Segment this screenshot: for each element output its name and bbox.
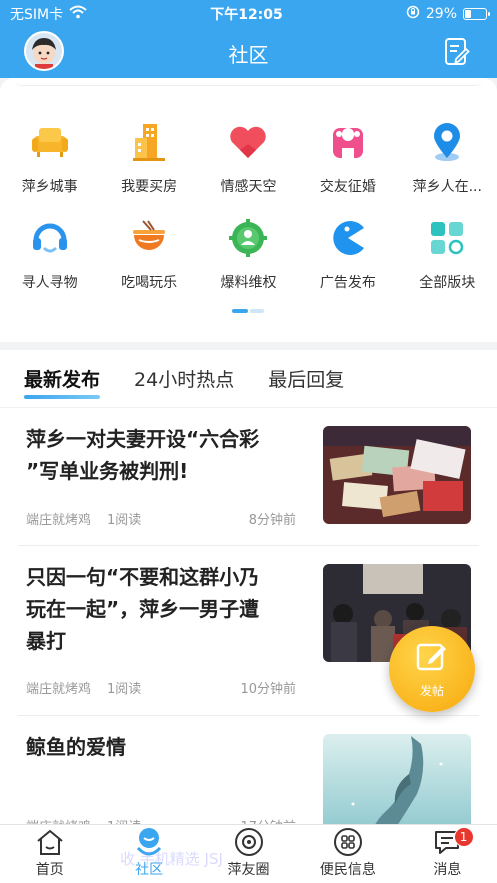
tab-messages[interactable]: 消息 1 bbox=[398, 825, 497, 883]
category-item[interactable]: 寻人寻物 bbox=[0, 216, 99, 292]
page-title: 社区 bbox=[228, 42, 269, 67]
category-item[interactable]: 爆料维权 bbox=[199, 216, 298, 292]
fab-label: 发帖 bbox=[419, 683, 444, 698]
tab-24h-hot[interactable]: 24小时热点 bbox=[134, 365, 234, 392]
post-author: 端庄就烤鸡 bbox=[26, 816, 91, 824]
post-title: 萍乡一对夫妻开设“六合彩 ”写单业务被判刑! bbox=[26, 427, 260, 483]
camera-circle-icon bbox=[233, 827, 265, 857]
tab-last-reply[interactable]: 最后回复 bbox=[268, 365, 344, 392]
tab-home[interactable]: 首页 bbox=[0, 825, 99, 883]
tab-label: 社区 bbox=[135, 862, 164, 878]
couple-icon bbox=[326, 120, 370, 164]
post-reads: 1阅读 bbox=[107, 513, 142, 528]
post-title: 只因一句“不要和这群小乃 玩在一起”，萍乡一男子遭 暴打 bbox=[26, 565, 260, 653]
category-item[interactable]: 萍乡城事 bbox=[0, 120, 99, 196]
post-thumbnail bbox=[323, 426, 471, 524]
category-label: 萍乡人在... bbox=[412, 179, 482, 195]
post-time: 17分钟前 bbox=[240, 816, 296, 824]
wifi-icon bbox=[69, 5, 87, 23]
battery-percent: 29% bbox=[425, 6, 457, 22]
community-icon bbox=[133, 827, 165, 857]
post-meta: 端庄就烤鸡 1阅读 10分钟前 bbox=[26, 678, 296, 697]
post-time: 10分钟前 bbox=[240, 682, 296, 697]
post-title: 鲸鱼的爱情 bbox=[26, 735, 126, 759]
headset-icon bbox=[28, 216, 72, 260]
category-item[interactable]: 吃喝玩乐 bbox=[99, 216, 198, 292]
status-bar: 无SIM卡 下午12:05 29% bbox=[0, 0, 497, 28]
post-reads: 1阅读 bbox=[107, 816, 141, 824]
tab-label: 萍友圈 bbox=[227, 862, 270, 878]
unread-badge: 1 bbox=[453, 827, 474, 847]
tab-friends-circle[interactable]: 萍友圈 bbox=[199, 825, 298, 883]
location-pin-icon bbox=[425, 120, 469, 164]
category-item[interactable]: 交友征婚 bbox=[298, 120, 397, 196]
top-bar: 无SIM卡 下午12:05 29% 社区 bbox=[0, 0, 497, 78]
edit-note-icon[interactable] bbox=[443, 36, 471, 68]
new-post-button[interactable]: 发帖 bbox=[389, 626, 475, 712]
tab-label: 首页 bbox=[35, 862, 64, 878]
category-label: 吃喝玩乐 bbox=[121, 275, 178, 291]
apps-icon bbox=[332, 827, 364, 857]
tab-latest[interactable]: 最新发布 bbox=[24, 365, 101, 399]
post-author: 端庄就烤鸡 bbox=[26, 513, 92, 528]
post-item[interactable]: 鲸鱼的爱情 端庄就烤鸡 1阅读 17分钟前 bbox=[0, 716, 497, 824]
gear-shield-icon bbox=[226, 216, 270, 260]
avatar-icon[interactable] bbox=[24, 31, 64, 71]
category-label: 交友征婚 bbox=[319, 179, 376, 195]
bowl-icon bbox=[127, 216, 171, 260]
category-grid: 萍乡城事 我要买房 情感天空 交友征婚 萍乡人在... 寻人寻物 吃喝玩乐 爆料… bbox=[0, 120, 497, 292]
category-label: 我要买房 bbox=[121, 179, 178, 195]
tab-services[interactable]: 便民信息 bbox=[298, 825, 397, 883]
feed-section: 最新发布 24小时热点 最后回复 萍乡一对夫妻开设“六合彩 ”写单业务被判刑! … bbox=[0, 350, 497, 824]
tab-label: 消息 bbox=[433, 862, 462, 878]
category-item[interactable]: 全部版块 bbox=[398, 216, 497, 292]
heart-icon bbox=[226, 120, 270, 164]
category-panel: 萍乡城事 我要买房 情感天空 交友征婚 萍乡人在... 寻人寻物 吃喝玩乐 爆料… bbox=[0, 78, 497, 342]
category-item[interactable]: 广告发布 bbox=[298, 216, 397, 292]
home-icon bbox=[34, 827, 66, 857]
feed-tabs: 最新发布 24小时热点 最后回复 bbox=[0, 350, 497, 408]
category-item[interactable]: 我要买房 bbox=[99, 120, 198, 196]
carrier-label: 无SIM卡 bbox=[10, 7, 64, 23]
category-item[interactable]: 萍乡人在... bbox=[398, 120, 497, 196]
bottom-tab-bar: 首页 社区 萍友圈 便民信息 消息 1 bbox=[0, 824, 497, 883]
post-time: 8分钟前 bbox=[248, 513, 296, 528]
post-item[interactable]: 萍乡一对夫妻开设“六合彩 ”写单业务被判刑! 端庄就烤鸡 1阅读 8分钟前 bbox=[0, 408, 497, 546]
post-reads: 1阅读 bbox=[107, 682, 142, 697]
category-label: 寻人寻物 bbox=[21, 275, 78, 291]
tab-community[interactable]: 社区 bbox=[99, 825, 198, 883]
post-meta: 端庄就烤鸡 1阅读 17分钟前 bbox=[26, 816, 296, 824]
category-label: 全部版块 bbox=[419, 275, 476, 291]
tab-label: 最新发布 bbox=[24, 369, 101, 391]
clock: 下午12:05 bbox=[210, 7, 283, 23]
nav-bar: 社区 bbox=[0, 28, 497, 78]
compose-icon bbox=[415, 640, 449, 678]
grid-icon bbox=[425, 216, 469, 260]
building-icon bbox=[127, 120, 171, 164]
category-label: 萍乡城事 bbox=[21, 179, 78, 195]
sofa-icon bbox=[28, 120, 72, 164]
pacman-icon bbox=[326, 216, 370, 260]
category-label: 情感天空 bbox=[220, 179, 277, 195]
page-indicator bbox=[232, 309, 264, 313]
category-label: 广告发布 bbox=[319, 275, 376, 291]
post-meta: 端庄就烤鸡 1阅读 8分钟前 bbox=[26, 509, 296, 528]
rotation-lock-icon bbox=[406, 5, 420, 23]
post-author: 端庄就烤鸡 bbox=[26, 682, 92, 697]
category-item[interactable]: 情感天空 bbox=[199, 120, 298, 196]
post-thumbnail bbox=[323, 734, 471, 824]
tab-label: 便民信息 bbox=[319, 862, 376, 878]
battery-icon bbox=[463, 8, 490, 20]
category-label: 爆料维权 bbox=[220, 275, 277, 291]
